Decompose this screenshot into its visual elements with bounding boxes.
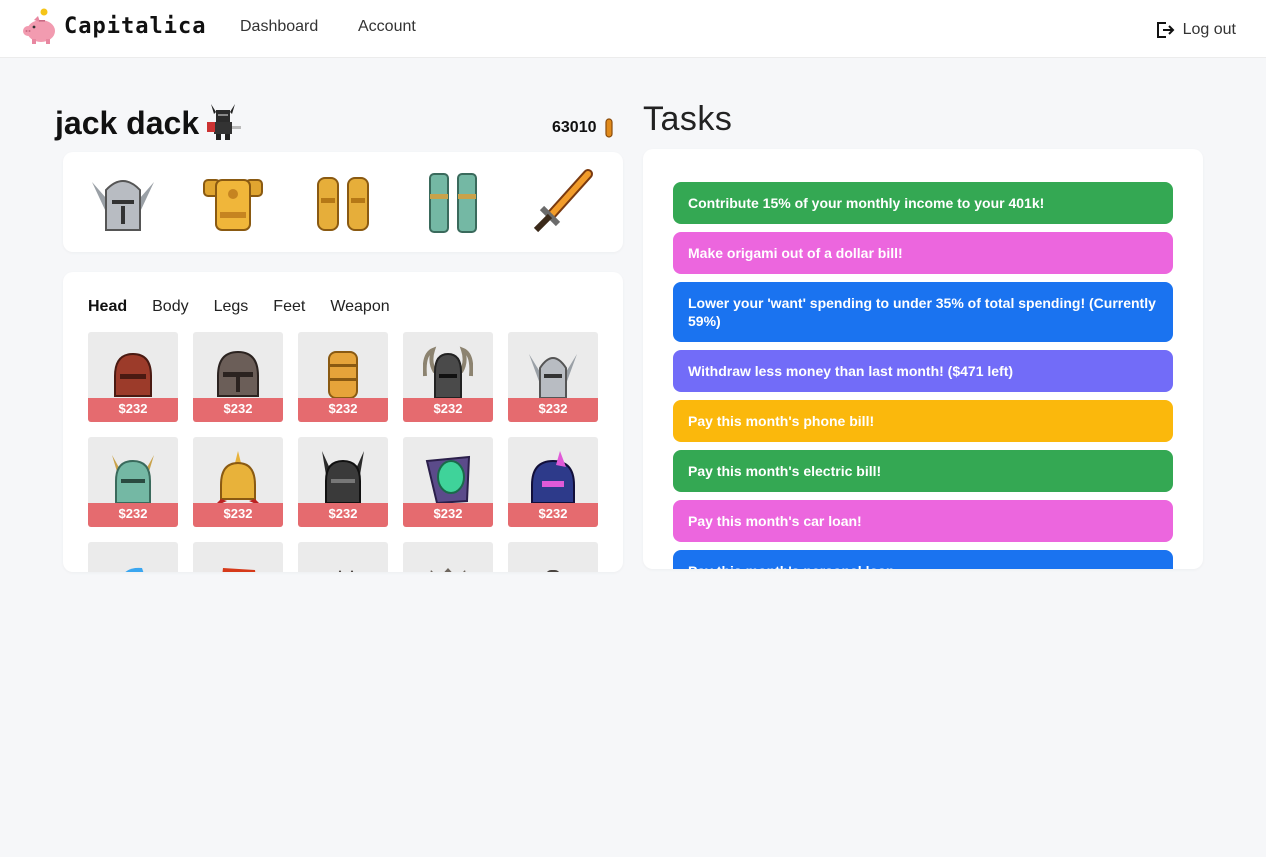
black-horned-helmet-icon [322, 451, 364, 504]
emerald-helmet-icon [425, 455, 471, 505]
task-list: Contribute 15% of your monthly income to… [673, 182, 1173, 569]
logout-button[interactable]: Log out [1155, 20, 1236, 40]
red-dragon-helmet-icon [222, 568, 256, 572]
equipped-gauntlets-icon[interactable] [308, 168, 378, 238]
logout-label: Log out [1182, 21, 1236, 38]
logout-icon [1156, 22, 1175, 38]
shop-panel: Head Body Legs Feet Weapon $232 $232 $23… [63, 272, 623, 572]
brand-name: Capitalica [64, 13, 207, 39]
shop-item[interactable]: $232 [298, 437, 388, 527]
grey-crown-helmet-icon [430, 568, 466, 572]
shop-item[interactable] [88, 542, 178, 572]
piggy-bank-icon [23, 8, 55, 44]
red-helmet-icon [114, 352, 152, 397]
shop-item[interactable]: $232 [298, 332, 388, 422]
shop-tabs: Head Body Legs Feet Weapon [88, 298, 390, 316]
task-item[interactable]: Pay this month's car loan! [673, 500, 1173, 542]
tab-legs[interactable]: Legs [214, 298, 249, 316]
item-price: $232 [508, 503, 598, 527]
coin-balance-value: 63010 [552, 119, 597, 136]
coin-icon [604, 118, 613, 138]
galaxy-helmet-icon [531, 451, 575, 504]
tab-body[interactable]: Body [152, 298, 188, 316]
task-item[interactable]: Pay this month's phone bill! [673, 400, 1173, 442]
item-price: $232 [193, 503, 283, 527]
shop-item-grid: $232 $232 $232 $232 $232 $232 $232 $232 … [88, 332, 603, 572]
equipped-greaves-icon[interactable] [418, 168, 488, 238]
item-price: $232 [298, 398, 388, 422]
teal-horned-helmet-icon [112, 455, 154, 504]
item-price: $232 [403, 503, 493, 527]
top-navbar: Capitalica Dashboard Account Log out [0, 0, 1266, 58]
item-price: $232 [88, 398, 178, 422]
shop-item[interactable]: $232 [508, 332, 598, 422]
item-price: $232 [508, 398, 598, 422]
nav-dashboard-link[interactable]: Dashboard [240, 18, 318, 36]
horned-helmet-icon [423, 346, 473, 399]
silver-winged-helmet-icon [529, 354, 577, 399]
item-price: $232 [403, 398, 493, 422]
shop-item[interactable]: $232 [88, 437, 178, 527]
tab-head[interactable]: Head [88, 298, 127, 316]
task-item[interactable]: Withdraw less money than last month! ($4… [673, 350, 1173, 392]
equipped-sword-icon[interactable] [528, 168, 598, 238]
task-item[interactable]: Pay this month's personal loan [673, 550, 1173, 569]
task-item[interactable]: Contribute 15% of your monthly income to… [673, 182, 1173, 224]
task-item[interactable]: Make origami out of a dollar bill! [673, 232, 1173, 274]
nav-account-link[interactable]: Account [358, 18, 416, 36]
knight-avatar-icon [207, 104, 241, 140]
shop-item[interactable]: $232 [88, 332, 178, 422]
shop-item[interactable]: $232 [193, 437, 283, 527]
dark-crown-helmet-icon [328, 570, 354, 572]
profile-name: jack dack [55, 105, 200, 141]
task-item[interactable]: Pay this month's electric bill! [673, 450, 1173, 492]
shop-item[interactable] [298, 542, 388, 572]
tab-weapon[interactable]: Weapon [330, 298, 389, 316]
dark-helmet-icon [217, 350, 259, 397]
shop-item[interactable] [193, 542, 283, 572]
tasks-panel: Contribute 15% of your monthly income to… [643, 149, 1203, 569]
coin-balance: 63010 [552, 118, 613, 138]
brand[interactable]: Capitalica [22, 6, 206, 46]
shop-item[interactable]: $232 [403, 437, 493, 527]
item-price: $232 [193, 398, 283, 422]
shop-item[interactable]: $232 [403, 332, 493, 422]
tasks-title: Tasks [643, 100, 733, 138]
item-price: $232 [298, 503, 388, 527]
gold-spiked-helmet-icon [213, 451, 263, 507]
equipped-helmet-icon[interactable] [88, 168, 158, 238]
equipped-items-panel [63, 152, 623, 252]
shop-item[interactable]: $232 [508, 437, 598, 527]
small-helmet-icon [547, 570, 559, 572]
shop-item[interactable] [508, 542, 598, 572]
gold-barrel-helmet-icon [328, 351, 358, 399]
equipped-armor-icon[interactable] [198, 168, 268, 238]
task-item[interactable]: Lower your 'want' spending to under 35% … [673, 282, 1173, 342]
shop-item[interactable] [403, 542, 493, 572]
blue-helmet-icon [125, 567, 144, 572]
shop-item[interactable]: $232 [193, 332, 283, 422]
item-price: $232 [88, 503, 178, 527]
tab-feet[interactable]: Feet [273, 298, 305, 316]
